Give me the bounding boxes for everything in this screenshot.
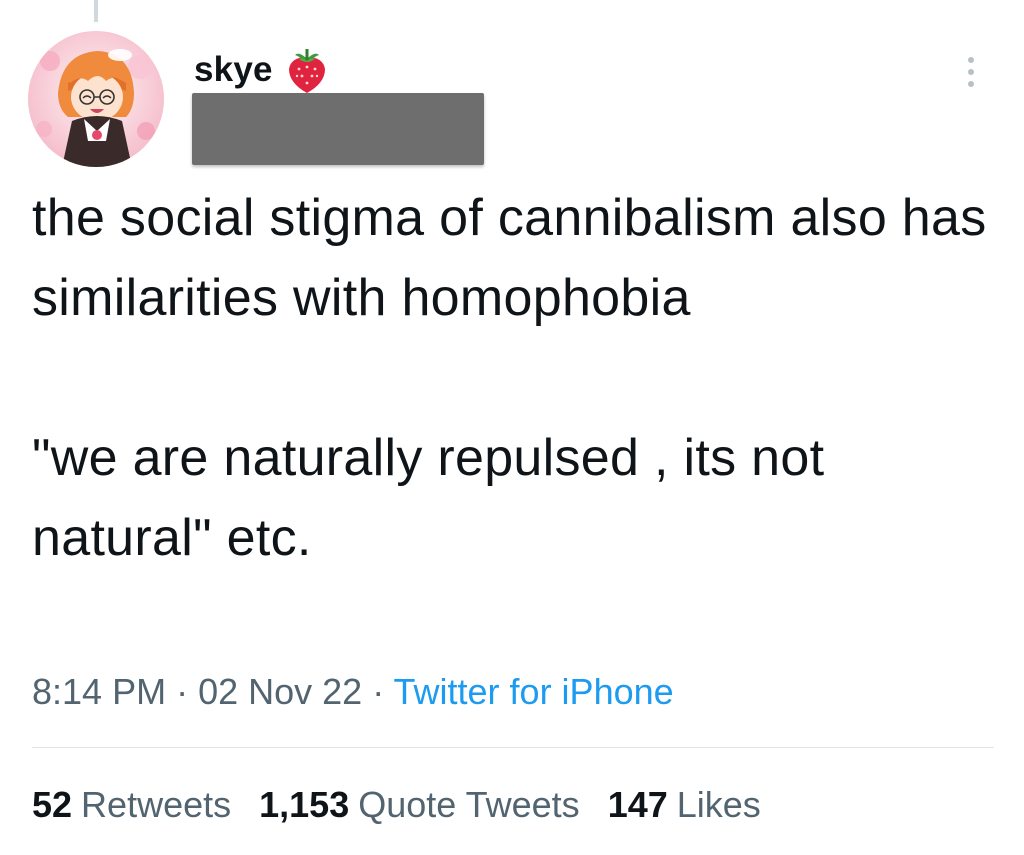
likes-count: 147 bbox=[607, 784, 668, 825]
avatar-image bbox=[28, 31, 164, 167]
tweet-date[interactable]: 02 Nov 22 bbox=[198, 671, 362, 712]
likes-label: Likes bbox=[676, 784, 761, 825]
handle-redaction bbox=[192, 93, 484, 165]
meta-separator: · bbox=[362, 671, 394, 712]
quote-tweets-stat[interactable]: 1,153 Quote Tweets bbox=[259, 780, 580, 830]
tweet-text: the social stigma of cannibalism also ha… bbox=[32, 189, 987, 567]
thread-connector-line bbox=[94, 0, 98, 22]
tweet-stats: 52 Retweets 1,153 Quote Tweets 147 Likes bbox=[32, 780, 789, 830]
avatar[interactable] bbox=[28, 31, 164, 167]
author-name-row[interactable]: skye bbox=[194, 44, 329, 96]
strawberry-icon bbox=[285, 45, 329, 95]
quote-tweets-count: 1,153 bbox=[259, 784, 350, 825]
retweets-stat[interactable]: 52 Retweets bbox=[32, 780, 231, 830]
more-icon[interactable] bbox=[957, 52, 985, 92]
quote-tweets-label: Quote Tweets bbox=[358, 784, 580, 825]
display-name[interactable]: skye bbox=[194, 50, 273, 90]
tweet-time[interactable]: 8:14 PM bbox=[32, 671, 166, 712]
retweets-count: 52 bbox=[32, 784, 73, 825]
tweet-meta: 8:14 PM · 02 Nov 22 · Twitter for iPhone bbox=[32, 666, 674, 718]
divider bbox=[32, 747, 994, 748]
tweet-source-link[interactable]: Twitter for iPhone bbox=[394, 671, 674, 712]
retweets-label: Retweets bbox=[81, 784, 232, 825]
meta-separator: · bbox=[166, 671, 199, 712]
likes-stat[interactable]: 147 Likes bbox=[608, 780, 761, 830]
